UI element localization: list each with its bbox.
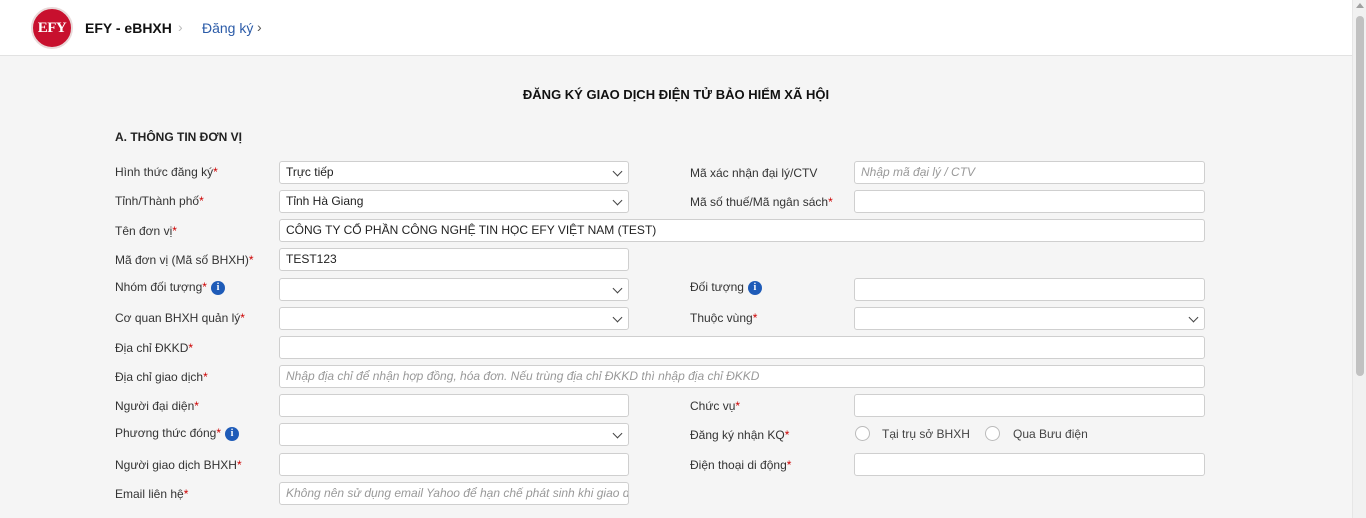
dia-chi-dkkd-input[interactable] bbox=[279, 336, 1205, 359]
top-bar: EFY EFY - eBHXH › Đăng ký › bbox=[0, 0, 1352, 56]
email-label: Email liên hệ* bbox=[115, 487, 189, 501]
breadcrumb-separator-icon: › bbox=[178, 19, 183, 35]
ten-don-vi-label: Tên đơn vị* bbox=[115, 224, 177, 238]
phuong-thuc-label: Phương thức đóng* i bbox=[115, 426, 240, 441]
co-quan-select[interactable] bbox=[279, 307, 629, 330]
ma-don-vi-label: Mã đơn vị (Mã số BHXH)* bbox=[115, 253, 254, 267]
logo-text: EFY bbox=[37, 19, 67, 36]
dien-thoai-label: Điện thoại di động* bbox=[690, 458, 792, 472]
email-input[interactable]: Không nên sử dụng email Yahoo để hạn chế… bbox=[279, 482, 629, 505]
section-heading-a: A. THÔNG TIN ĐƠN VỊ bbox=[115, 130, 242, 144]
info-icon[interactable]: i bbox=[210, 281, 225, 295]
doi-tuong-label: Đối tượng i bbox=[690, 280, 762, 295]
radio-tai-tru-so[interactable] bbox=[855, 426, 870, 441]
dia-chi-gd-label: Địa chỉ giao dịch* bbox=[115, 370, 208, 384]
chevron-down-icon bbox=[612, 428, 623, 439]
chevron-down-icon bbox=[612, 283, 623, 294]
tinh-label: Tỉnh/Thành phố* bbox=[115, 194, 204, 208]
nguoi-dai-dien-input[interactable] bbox=[279, 394, 629, 417]
doi-tuong-input[interactable] bbox=[854, 278, 1205, 301]
chevron-right-icon: › bbox=[257, 19, 262, 35]
vertical-scrollbar[interactable] bbox=[1352, 0, 1366, 518]
nguoi-gd-label: Người giao dịch BHXH* bbox=[115, 458, 242, 472]
chevron-down-icon bbox=[612, 195, 623, 206]
nguoi-dai-dien-label: Người đại diện* bbox=[115, 399, 199, 413]
ma-so-thue-input[interactable] bbox=[854, 190, 1205, 213]
nhom-doi-tuong-select[interactable] bbox=[279, 278, 629, 301]
ma-so-thue-label: Mã số thuế/Mã ngân sách* bbox=[690, 195, 833, 209]
chuc-vu-input[interactable] bbox=[854, 394, 1205, 417]
breadcrumb-dang-ky[interactable]: Đăng ký bbox=[202, 20, 253, 36]
info-icon[interactable]: i bbox=[747, 281, 762, 295]
ma-xac-nhan-label: Mã xác nhận đại lý/CTV bbox=[690, 166, 818, 180]
chuc-vu-label: Chức vụ* bbox=[690, 399, 741, 413]
thuoc-vung-select[interactable] bbox=[854, 307, 1205, 330]
chevron-down-icon bbox=[1188, 312, 1199, 323]
scroll-up-arrow-icon[interactable] bbox=[1356, 3, 1364, 8]
info-icon[interactable]: i bbox=[225, 427, 240, 441]
dia-chi-dkkd-label: Địa chỉ ĐKKD* bbox=[115, 341, 194, 355]
radio-qua-buu-dien[interactable] bbox=[985, 426, 1000, 441]
co-quan-label: Cơ quan BHXH quản lý* bbox=[115, 311, 245, 325]
radio-label-qua-buu-dien: Qua Bưu điện bbox=[1013, 427, 1088, 441]
tinh-select[interactable]: Tỉnh Hà Giang bbox=[279, 190, 629, 213]
scrollbar-thumb[interactable] bbox=[1356, 16, 1364, 376]
dia-chi-gd-input[interactable]: Nhập địa chỉ để nhận hợp đồng, hóa đơn. … bbox=[279, 365, 1205, 388]
chevron-down-icon bbox=[612, 312, 623, 323]
brand-title[interactable]: EFY - eBHXH bbox=[85, 20, 172, 36]
page-title: ĐĂNG KÝ GIAO DỊCH ĐIỆN TỬ BẢO HIỂM XÃ HỘ… bbox=[522, 87, 830, 102]
dien-thoai-input[interactable] bbox=[854, 453, 1205, 476]
hinh-thuc-select[interactable]: Trực tiếp bbox=[279, 161, 629, 184]
phuong-thuc-select[interactable] bbox=[279, 423, 629, 446]
hinh-thuc-label: Hình thức đăng ký* bbox=[115, 165, 218, 179]
nguoi-gd-input[interactable] bbox=[279, 453, 629, 476]
dang-ky-kq-label: Đăng ký nhận KQ* bbox=[690, 428, 790, 442]
chevron-down-icon bbox=[612, 166, 623, 177]
ma-xac-nhan-input[interactable]: Nhập mã đại lý / CTV bbox=[854, 161, 1205, 184]
radio-label-tai-tru-so: Tại trụ sở BHXH bbox=[882, 427, 970, 441]
nhom-doi-tuong-label: Nhóm đối tượng* i bbox=[115, 280, 225, 295]
ma-don-vi-input[interactable]: TEST123 bbox=[279, 248, 629, 271]
thuoc-vung-label: Thuộc vùng* bbox=[690, 311, 758, 325]
ten-don-vi-input[interactable]: CÔNG TY CỔ PHẦN CÔNG NGHỆ TIN HỌC EFY VI… bbox=[279, 219, 1205, 242]
efy-logo[interactable]: EFY bbox=[31, 7, 73, 49]
